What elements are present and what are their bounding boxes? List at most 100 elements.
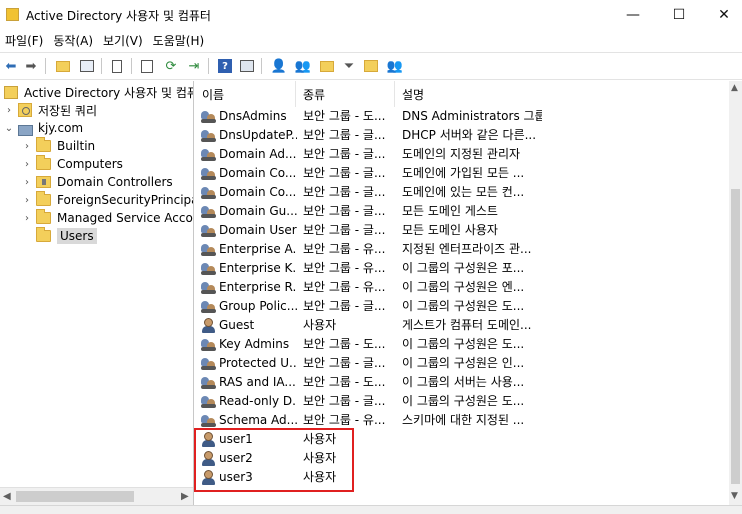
scroll-down-icon[interactable]: ▼ <box>731 491 738 501</box>
cell-type: 사용자 <box>303 432 337 446</box>
user-icon <box>201 470 217 485</box>
minimize-button[interactable]: — <box>610 0 656 30</box>
menu-file[interactable]: 파일(F) <box>0 32 48 49</box>
tree-item-domain[interactable]: ⌄ kjy.com <box>4 119 83 137</box>
table-row[interactable]: Protected U... 보안 그룹 - 글... 이 그룹의 구성원은 인..… <box>196 354 726 373</box>
filter-icon[interactable]: ⏷ <box>340 57 358 75</box>
table-row[interactable]: Enterprise A... 보안 그룹 - 유... 지정된 엔터프라이즈 관.… <box>196 240 726 259</box>
table-row[interactable]: user1 사용자 <box>196 430 726 449</box>
ad-console-icon <box>6 8 19 21</box>
column-header-name[interactable]: 이름 <box>196 81 296 107</box>
table-row[interactable]: Enterprise K... 보안 그룹 - 유... 이 그룹의 구성원은 포.… <box>196 259 726 278</box>
cell-description: 게스트가 컴퓨터 도메인... <box>402 318 532 332</box>
expand-icon[interactable]: › <box>22 141 32 152</box>
table-row[interactable]: DnsUpdateP... 보안 그룹 - 글... DHCP 서버와 같은 다른.… <box>196 126 726 145</box>
forward-arrow-icon[interactable]: ➡ <box>22 57 40 75</box>
export-icon[interactable]: ⇥ <box>185 57 203 75</box>
new-ou-icon[interactable] <box>318 57 336 75</box>
cell-name: Domain Users <box>219 223 297 237</box>
new-group-icon[interactable]: 👥 <box>294 57 312 75</box>
expand-icon[interactable]: › <box>4 105 14 116</box>
cell-name: DnsAdmins <box>219 109 287 123</box>
group-icon <box>201 242 217 257</box>
expand-icon[interactable]: › <box>22 159 32 170</box>
table-row[interactable]: Domain Gu... 보안 그룹 - 글... 모든 도메인 게스트 <box>196 202 726 221</box>
cell-name: Schema Ad... <box>219 413 297 427</box>
help-icon[interactable]: ? <box>216 57 234 75</box>
collapse-icon[interactable]: ⌄ <box>4 123 14 134</box>
table-row[interactable]: Schema Ad... 보안 그룹 - 유... 스키마에 대한 지정된 ... <box>196 411 726 430</box>
scroll-left-icon[interactable]: ◀ <box>3 491 11 502</box>
column-header-type[interactable]: 종류 <box>297 81 395 107</box>
tree-item-foreign-security-principals[interactable]: › ForeignSecurityPrincipals <box>22 191 193 209</box>
folder-icon <box>36 155 51 170</box>
saved-query-icon <box>18 103 32 117</box>
tree-item-domain-controllers[interactable]: › Domain Controllers <box>22 173 173 191</box>
ou-folder-icon <box>36 176 51 188</box>
menu-help[interactable]: 도움말(H) <box>148 32 210 49</box>
tree-item-managed-service-accounts[interactable]: › Managed Service Accounts <box>22 209 193 227</box>
table-row[interactable]: Group Polic... 보안 그룹 - 글... 이 그룹의 구성원은 도..… <box>196 297 726 316</box>
new-user-icon[interactable]: 👤 <box>270 57 288 75</box>
cell-type: 보안 그룹 - 글... <box>303 394 386 408</box>
tree-item-label: Domain Controllers <box>57 175 173 189</box>
menu-view[interactable]: 보기(V) <box>98 32 148 49</box>
scrollbar-thumb[interactable] <box>16 491 134 502</box>
folder-up-icon[interactable] <box>54 57 72 75</box>
table-row[interactable]: user3 사용자 <box>196 468 726 487</box>
maximize-button[interactable]: ☐ <box>656 0 702 30</box>
column-header-description[interactable]: 설명 <box>396 81 726 107</box>
scrollbar-thumb[interactable] <box>731 189 740 484</box>
cell-type: 보안 그룹 - 글... <box>303 128 386 142</box>
back-arrow-icon[interactable]: ⬅ <box>2 57 20 75</box>
tree-item-label: Computers <box>57 157 123 171</box>
close-button[interactable]: ✕ <box>701 0 742 30</box>
expand-icon[interactable]: › <box>22 177 32 188</box>
user-icon <box>201 318 217 333</box>
table-row[interactable]: Domain Co... 보안 그룹 - 글... 도메인에 가입된 모든 ... <box>196 164 726 183</box>
scroll-up-icon[interactable]: ▲ <box>731 83 738 93</box>
menu-action[interactable]: 동작(A) <box>48 32 98 49</box>
tree-item-builtin[interactable]: › Builtin <box>22 137 95 155</box>
menu-bar: 파일(F) 동작(A) 보기(V) 도움말(H) <box>0 30 742 51</box>
add-to-group-icon[interactable]: 👥 <box>386 57 404 75</box>
tree-item-label: Builtin <box>57 139 96 153</box>
table-row[interactable]: DnsAdmins 보안 그룹 - 도... DNS Administrators … <box>196 107 726 126</box>
expand-icon[interactable]: › <box>22 213 32 224</box>
cell-description <box>402 430 542 449</box>
table-row[interactable]: RAS and IA... 보안 그룹 - 도... 이 그룹의 서버는 사용... <box>196 373 726 392</box>
folder-icon <box>36 227 51 242</box>
table-row[interactable]: Read-only D... 보안 그룹 - 글... 이 그룹의 구성원은 도..… <box>196 392 726 411</box>
table-row[interactable]: user2 사용자 <box>196 449 726 468</box>
tree-item-users[interactable]: Users <box>36 227 97 245</box>
cell-type: 보안 그룹 - 글... <box>303 147 386 161</box>
tree-toggle-icon[interactable] <box>78 57 96 75</box>
table-row[interactable]: Guest 사용자 게스트가 컴퓨터 도메인... <box>196 316 726 335</box>
tree-item-label: Users <box>57 228 97 244</box>
scroll-right-icon[interactable]: ▶ <box>181 491 189 502</box>
table-row[interactable]: Domain Co... 보안 그룹 - 글... 도메인에 있는 모든 컨... <box>196 183 726 202</box>
tree-item-computers[interactable]: › Computers <box>22 155 123 173</box>
list-vertical-scrollbar[interactable]: ▲ ▼ <box>729 81 742 505</box>
cell-description: DHCP 서버와 같은 다른... <box>402 128 537 142</box>
find-icon[interactable] <box>362 57 380 75</box>
cell-name: Read-only D... <box>219 394 297 408</box>
console-icon[interactable] <box>238 57 256 75</box>
tree-root[interactable]: Active Directory 사용자 및 컴퓨터 <box>4 83 193 101</box>
table-row[interactable]: Domain Ad... 보안 그룹 - 글... 도메인의 지정된 관리자 <box>196 145 726 164</box>
cell-name: Group Polic... <box>219 299 297 313</box>
table-row[interactable]: Enterprise R... 보안 그룹 - 유... 이 그룹의 구성원은 엔.… <box>196 278 726 297</box>
title-bar: Active Directory 사용자 및 컴퓨터 — ☐ ✕ <box>0 0 742 30</box>
ad-console-icon <box>4 85 18 99</box>
tree-item-saved-queries[interactable]: › 저장된 쿼리 <box>4 101 97 119</box>
properties-icon[interactable] <box>108 57 126 75</box>
expand-icon[interactable]: › <box>22 195 32 206</box>
table-row[interactable]: Key Admins 보안 그룹 - 도... 이 그룹의 구성원은 도... <box>196 335 726 354</box>
export-list-icon[interactable] <box>138 57 156 75</box>
cell-description: 이 그룹의 서버는 사용... <box>402 375 525 389</box>
refresh-icon[interactable]: ⟳ <box>162 57 180 75</box>
tree-horizontal-scrollbar[interactable]: ◀ ▶ <box>0 487 193 505</box>
cell-type: 보안 그룹 - 도... <box>303 109 386 123</box>
table-row[interactable]: Domain Users 보안 그룹 - 글... 모든 도메인 사용자 <box>196 221 726 240</box>
cell-type: 보안 그룹 - 유... <box>303 261 386 275</box>
